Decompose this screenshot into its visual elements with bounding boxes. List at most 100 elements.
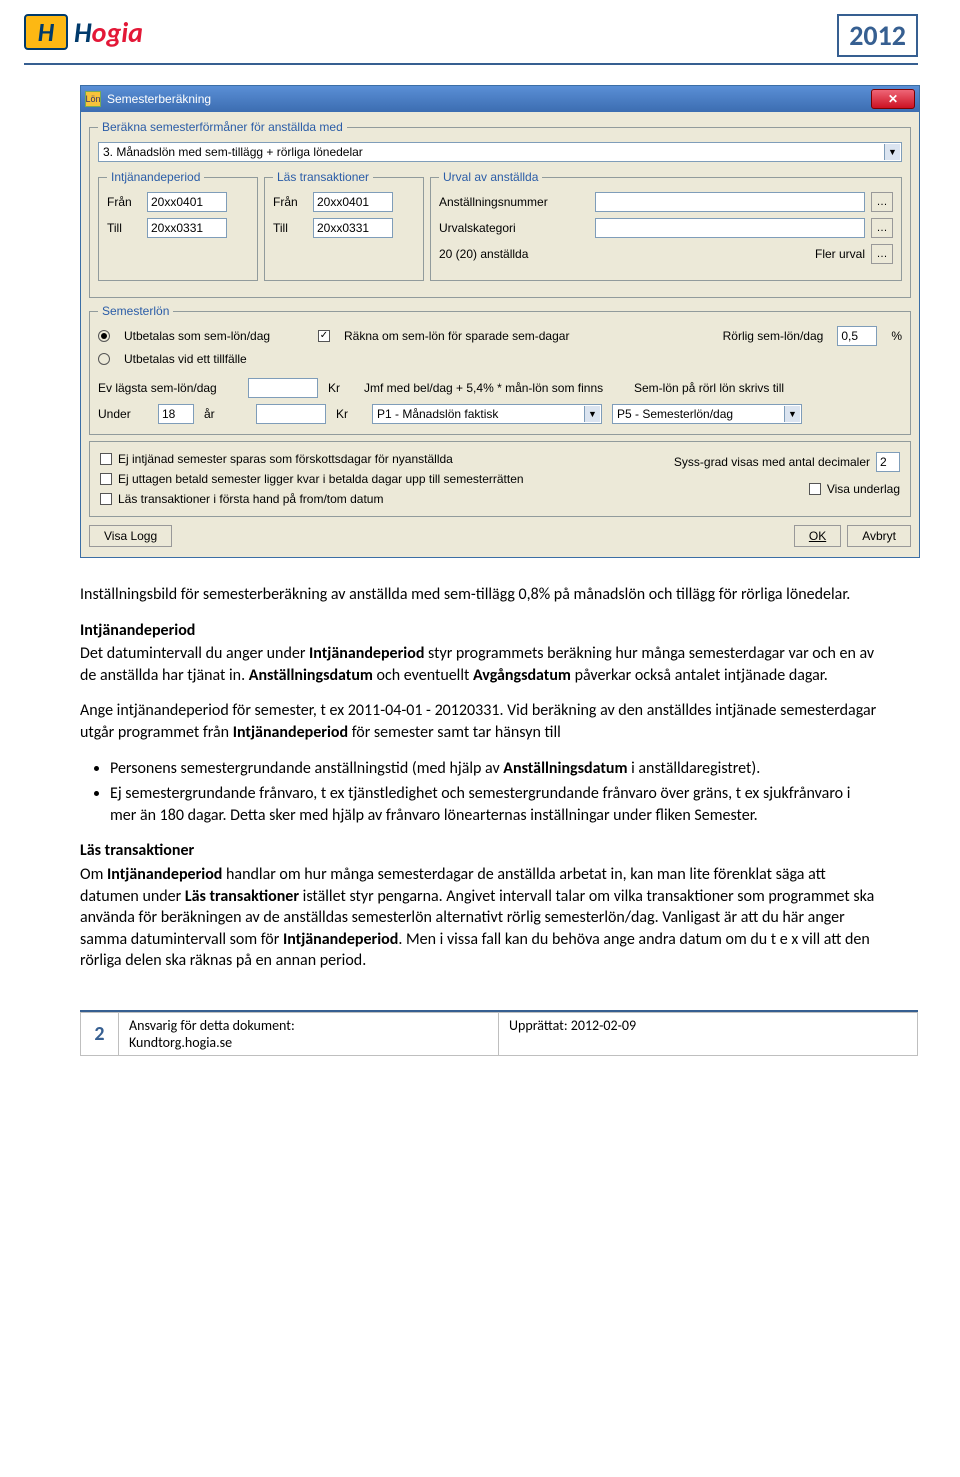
anst-label: Anställningsnummer [439, 195, 589, 209]
ev-input[interactable] [248, 378, 318, 398]
heading-intj: Intjänandeperiod [80, 620, 880, 642]
b1: Intjänandeperiod [309, 644, 424, 663]
las-from-label: Från [273, 195, 307, 209]
b5: Anställningsdatum [503, 759, 627, 778]
kat-browse-button[interactable]: … [871, 218, 893, 238]
fs-semesterlon: Semesterlön Utbetalas som sem-lön/dag Rä… [89, 304, 911, 435]
fler-urval-label: Fler urval [815, 247, 865, 261]
li-1: Personens semestergrundande anställnings… [110, 758, 880, 780]
para-intj1: Det datumintervall du anger under Intjän… [80, 643, 880, 686]
dec-label: Syss-grad visas med antal decimaler [674, 455, 870, 469]
intj-to-input[interactable] [147, 218, 227, 238]
extras-box: Ej intjänad semester sparas som förskott… [89, 441, 911, 517]
fs-las-trans: Läs transaktioner Från Till [264, 170, 424, 281]
para-intj2: Ange intjänandeperiod för semester, t ex… [80, 700, 880, 743]
rorlig-unit: % [891, 329, 902, 343]
avbryt-button[interactable]: Avbryt [847, 525, 911, 547]
footer-responsible: Ansvarig för detta dokument: Kundtorg.ho… [119, 1013, 499, 1055]
kat-label: Urvalskategori [439, 221, 589, 235]
intj-to-label: Till [107, 221, 141, 235]
page-footer: 2 Ansvarig för detta dokument: Kundtorg.… [0, 1010, 960, 1074]
cb-las-fromtom[interactable] [100, 493, 112, 505]
under-input[interactable] [158, 404, 194, 424]
li-2: Ej semestergrundande frånvaro, t ex tjän… [110, 783, 880, 826]
rorlig-input[interactable] [837, 326, 877, 346]
calc-type-value: 3. Månadslön med sem-tillägg + rörliga l… [103, 145, 363, 159]
b3: Avgångsdatum [473, 666, 571, 685]
las-to-label: Till [273, 221, 307, 235]
logo-text: Hogia [74, 15, 143, 50]
fler-urval-button[interactable]: … [871, 244, 893, 264]
kr-label-2: Kr [336, 407, 348, 421]
cb-ej-intjanad[interactable] [100, 453, 112, 465]
cb-visa-underlag-label: Visa underlag [827, 482, 900, 496]
las-to-input[interactable] [313, 218, 393, 238]
intj-from-label: Från [107, 195, 141, 209]
las-from-input[interactable] [313, 192, 393, 212]
ar-label: år [204, 407, 246, 421]
chevron-down-icon: ▼ [884, 144, 900, 160]
semlon-dropdown[interactable]: P5 - Semesterlön/dag ▼ [612, 404, 802, 424]
upp-val: 2012-02-09 [571, 1017, 636, 1034]
rorlig-label: Rörlig sem-lön/dag [723, 329, 824, 343]
radio-per-dag[interactable] [98, 330, 110, 342]
calc-type-dropdown[interactable]: 3. Månadslön med sem-tillägg + rörliga l… [98, 142, 902, 162]
semlon-dd-value: P5 - Semesterlön/dag [617, 407, 733, 421]
resp-val: Kundtorg.hogia.se [129, 1034, 232, 1051]
ev-label: Ev lägsta sem-lön/dag [98, 381, 238, 395]
footer-upprattat: Upprättat: 2012-02-09 [499, 1013, 917, 1055]
visa-logg-button[interactable]: Visa Logg [89, 525, 172, 547]
cb-ej-intjanad-label: Ej intjänad semester sparas som förskott… [118, 452, 453, 466]
fs-las-legend: Läs transaktioner [273, 170, 373, 184]
b6: Intjänandeperiod [107, 865, 222, 884]
radio-ett-tillfalle[interactable] [98, 353, 110, 365]
resp-label: Ansvarig för detta dokument: [129, 1017, 295, 1034]
year-badge: 2012 [837, 14, 918, 57]
cb-rakna-om-label: Räkna om sem-lön för sparade sem-dagar [344, 329, 569, 343]
dec-input[interactable] [876, 452, 900, 472]
cb-rakna-om[interactable] [318, 330, 330, 342]
window-title: Semesterberäkning [107, 92, 871, 106]
close-icon[interactable]: ✕ [871, 89, 915, 109]
urval-count: 20 (20) anställda [439, 247, 589, 261]
li1a: Personens semestergrundande anställnings… [110, 759, 503, 778]
ok-button[interactable]: OK [794, 525, 841, 547]
b8: Intjänandeperiod [283, 930, 398, 949]
cb-visa-underlag[interactable] [809, 483, 821, 495]
bullet-list: Personens semestergrundande anställnings… [110, 758, 880, 827]
under-kr-input[interactable] [256, 404, 326, 424]
para-las: Om Intjänandeperiod handlar om hur många… [80, 864, 880, 972]
b4: Intjänandeperiod [233, 723, 348, 742]
b2: Anställningsdatum [249, 666, 373, 685]
app-icon: Lön [85, 91, 101, 107]
page-number: 2 [81, 1013, 119, 1055]
fs-semlon-legend: Semesterlön [98, 304, 173, 318]
anst-input[interactable] [595, 192, 865, 212]
jmf-label: Jmf med bel/dag + 5,4% * mån-lön som fin… [364, 381, 624, 395]
fs-intjanande-legend: Intjänandeperiod [107, 170, 204, 184]
t2: för semester samt tar hänsyn till [348, 723, 561, 742]
upp-label: Upprättat: [509, 1017, 571, 1034]
chevron-down-icon: ▼ [784, 406, 800, 422]
cb-ej-uttagen-label: Ej uttagen betald semester ligger kvar i… [118, 472, 524, 486]
cb-ej-uttagen[interactable] [100, 473, 112, 485]
fs-berakna: Beräkna semesterförmåner för anställda m… [89, 120, 911, 298]
cb-las-fromtom-label: Läs transaktioner i första hand på from/… [118, 492, 383, 506]
heading-las: Läs transaktioner [80, 840, 880, 862]
fs-urval: Urval av anställda Anställningsnummer … … [430, 170, 902, 281]
logo: H Hogia [24, 14, 143, 50]
title-bar: Lön Semesterberäkning ✕ [81, 86, 919, 112]
b7: Läs transaktioner [185, 887, 299, 906]
jmf-dropdown[interactable]: P1 - Månadslön faktisk ▼ [372, 404, 602, 424]
fs-berakna-legend: Beräkna semesterförmåner för anställda m… [98, 120, 347, 134]
intj-from-input[interactable] [147, 192, 227, 212]
semlon-rorl-label: Sem-lön på rörl lön skrivs till [634, 381, 784, 395]
anst-browse-button[interactable]: … [871, 192, 893, 212]
logo-text-ogia: ogia [92, 15, 143, 50]
radio-ett-label: Utbetalas vid ett tillfälle [124, 352, 247, 366]
logo-badge: H [24, 14, 68, 50]
under-label: Under [98, 407, 148, 421]
kat-input[interactable] [595, 218, 865, 238]
chevron-down-icon: ▼ [584, 406, 600, 422]
fs-urval-legend: Urval av anställda [439, 170, 542, 184]
